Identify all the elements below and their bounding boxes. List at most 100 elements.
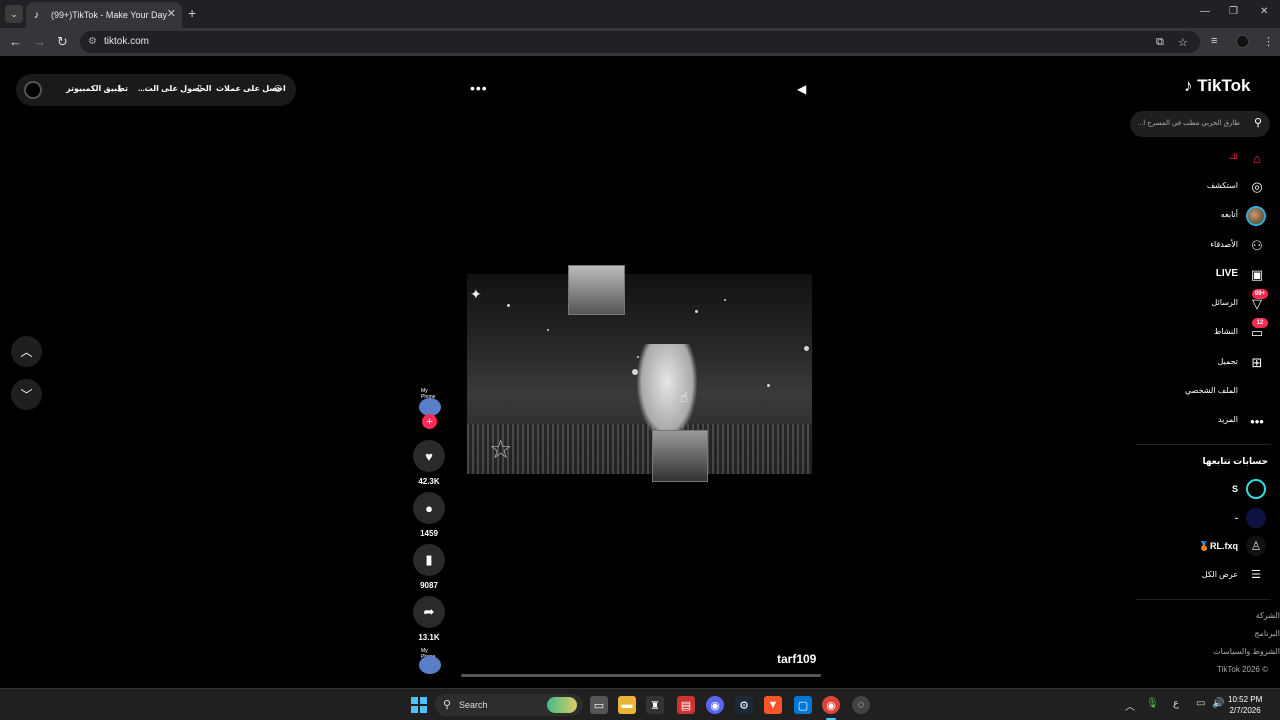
sidebar-divider bbox=[1136, 444, 1271, 445]
search-highlight-icon bbox=[547, 697, 577, 713]
app-icon[interactable]: ◌ bbox=[852, 696, 870, 714]
microphone-icon[interactable]: 🎙 bbox=[1146, 698, 1159, 709]
volume-icon[interactable]: ◀ bbox=[797, 82, 806, 96]
activity-badge: 12 bbox=[1252, 318, 1268, 328]
profile-icon[interactable] bbox=[1236, 35, 1249, 48]
video-player[interactable]: ✦ ☆ bbox=[467, 274, 812, 474]
brave-icon[interactable]: ▼ bbox=[764, 696, 782, 714]
messages-badge: 99+ bbox=[1251, 289, 1268, 299]
volume-icon[interactable]: 🔊 bbox=[1212, 698, 1224, 709]
app-icon[interactable]: ♜ bbox=[646, 696, 664, 714]
browser-tab[interactable]: ♪ (99+)TikTok - Make Your Day ✕ bbox=[26, 2, 182, 28]
list-icon: ☰ bbox=[1251, 569, 1261, 581]
save-count: 9087 bbox=[420, 581, 438, 590]
star-sticker: ☆ bbox=[489, 434, 513, 464]
address-bar[interactable]: ⚙ tiktok.com ⧉ ☆ bbox=[80, 31, 1200, 53]
forward-icon[interactable]: → bbox=[33, 34, 46, 49]
sidebar-item-more[interactable]: ••• المزيد bbox=[1140, 410, 1268, 432]
like-button[interactable]: ♥ bbox=[413, 440, 445, 472]
bookmark-star-icon[interactable]: ☆ bbox=[1178, 36, 1188, 49]
upload-icon: ⊞ bbox=[1251, 355, 1263, 370]
pointer-cursor-icon: ☝ bbox=[680, 389, 689, 405]
tab-list-icon[interactable]: ⌄ bbox=[5, 5, 23, 23]
sidebar-item-activity[interactable]: ▭ 12 النشاط bbox=[1140, 318, 1268, 344]
steam-icon[interactable]: ⚙ bbox=[735, 696, 753, 714]
sidebar-item-following[interactable]: أتابعه bbox=[1140, 205, 1268, 227]
music-disc[interactable]: My Phone bbox=[417, 648, 443, 674]
taskbar-search[interactable]: ⚲ Search bbox=[435, 694, 583, 716]
sidebar-divider bbox=[1136, 599, 1271, 600]
following-section-title: حسابات تتابعها bbox=[1202, 456, 1268, 466]
app-icon[interactable]: ▤ bbox=[677, 696, 695, 714]
user-avatar[interactable] bbox=[24, 81, 42, 99]
tray-overflow-icon[interactable]: ︿ bbox=[1125, 698, 1135, 713]
friends-icon: ⚇ bbox=[1251, 238, 1263, 253]
footer-copyright: © TikTok 2026 bbox=[1217, 665, 1268, 674]
comment-button[interactable]: ● bbox=[413, 492, 445, 524]
file-explorer-icon[interactable]: ▬ bbox=[618, 696, 636, 714]
following-account[interactable]: - bbox=[1150, 507, 1268, 529]
tab-close-icon[interactable]: ✕ bbox=[167, 7, 176, 20]
live-icon: ▣ bbox=[1250, 267, 1264, 282]
windows-start-icon[interactable] bbox=[411, 697, 427, 713]
get-coins-link[interactable]: احصل على عملات bbox=[216, 84, 286, 93]
system-clock[interactable]: 10:52 PM 2/7/2026 bbox=[1228, 694, 1262, 716]
sidebar-item-explore[interactable]: ◎ استكشف bbox=[1140, 176, 1268, 198]
search-input[interactable]: طارق الحربي مطب في المسرح ا... ⚲ bbox=[1130, 111, 1270, 137]
footer-link-company[interactable]: الشركة bbox=[1256, 611, 1280, 620]
following-account[interactable]: S bbox=[1150, 478, 1268, 500]
browser-tab-bar: ⌄ ♪ (99+)TikTok - Make Your Day ✕ + — ❐ … bbox=[0, 0, 1280, 28]
see-all-link[interactable]: عرض الكل ☰ bbox=[1150, 564, 1268, 586]
comment-count: 1459 bbox=[420, 529, 438, 538]
sidebar-item-friends[interactable]: ⚇ الأصدقاء bbox=[1140, 235, 1268, 257]
menu-icon[interactable]: ⋮ bbox=[1263, 35, 1274, 48]
video-author[interactable]: tarf109 bbox=[777, 652, 816, 666]
network-icon[interactable]: ▭ bbox=[1196, 698, 1205, 709]
pc-app-link[interactable]: تطبيق الكمبيوتر bbox=[66, 84, 128, 93]
sidebar-item-upload[interactable]: ⊞ تحميل bbox=[1140, 352, 1268, 374]
video-progress-bar[interactable] bbox=[461, 674, 821, 677]
task-view-icon[interactable]: ▭ bbox=[590, 696, 608, 714]
more-options-icon[interactable]: ••• bbox=[470, 80, 488, 96]
windows-taskbar: ⚲ Search ▭ ▬ ♜ ▤ ◉ ⚙ ▼ ▢ ◉ ◌ ︿ 🎙 ع ▭ 🔊 1… bbox=[0, 688, 1280, 720]
app-icon[interactable]: ▢ bbox=[794, 696, 812, 714]
chrome-icon[interactable]: ◉ bbox=[822, 696, 840, 714]
video-inset-bottom bbox=[652, 430, 708, 482]
back-icon[interactable]: ← bbox=[9, 34, 22, 49]
url-text: tiktok.com bbox=[104, 36, 150, 47]
site-info-icon[interactable]: ⚙ bbox=[88, 36, 97, 47]
next-video-button[interactable]: ﹀ bbox=[11, 379, 42, 410]
reading-list-icon[interactable]: ≡ bbox=[1211, 35, 1217, 47]
language-indicator[interactable]: ع bbox=[1173, 698, 1179, 709]
share-button[interactable]: ➦ bbox=[413, 596, 445, 628]
sidebar-item-for-you[interactable]: ⌂ لك bbox=[1140, 147, 1268, 169]
reload-icon[interactable]: ↻ bbox=[57, 34, 68, 50]
heart-icon: ♥ bbox=[425, 448, 433, 464]
share-count: 13.1K bbox=[418, 633, 440, 642]
sidebar-item-profile[interactable]: الملف الشخصي bbox=[1140, 381, 1268, 403]
search-icon[interactable]: ⚲ bbox=[1254, 116, 1262, 129]
following-account[interactable]: 🥉RL.fxq ♙ bbox=[1150, 535, 1268, 557]
more-icon: ••• bbox=[1250, 413, 1264, 429]
chevron-up-icon: ︿ bbox=[20, 345, 33, 359]
sidebar-item-messages[interactable]: ▽ 99+ الرسائل bbox=[1140, 289, 1268, 315]
new-tab-icon[interactable]: + bbox=[188, 5, 196, 21]
save-button[interactable]: ▮ bbox=[413, 544, 445, 576]
share-icon: ➦ bbox=[423, 604, 435, 619]
get-app-link[interactable]: الحصول على الت... bbox=[138, 84, 212, 93]
footer-link-program[interactable]: البرنامج bbox=[1254, 629, 1280, 638]
minimize-icon[interactable]: — bbox=[1200, 6, 1210, 17]
footer-link-terms[interactable]: الشروط والسياسات bbox=[1213, 647, 1280, 656]
sidebar-item-live[interactable]: ▣ LIVE bbox=[1140, 264, 1268, 286]
previous-video-button[interactable]: ︿ bbox=[11, 336, 42, 367]
tiktok-logo[interactable]: ♪ TikTok bbox=[1184, 76, 1250, 96]
window-close-icon[interactable]: ✕ bbox=[1260, 6, 1268, 17]
install-app-icon[interactable]: ⧉ bbox=[1156, 36, 1164, 49]
maximize-icon[interactable]: ❐ bbox=[1229, 6, 1238, 17]
compass-icon: ◎ bbox=[1251, 179, 1263, 194]
profile-icon bbox=[1248, 383, 1266, 401]
discord-icon[interactable]: ◉ bbox=[706, 696, 724, 714]
follow-button[interactable]: + bbox=[422, 414, 437, 429]
like-count: 42.3K bbox=[418, 477, 440, 486]
tab-title: (99+)TikTok - Make Your Day bbox=[51, 10, 167, 20]
